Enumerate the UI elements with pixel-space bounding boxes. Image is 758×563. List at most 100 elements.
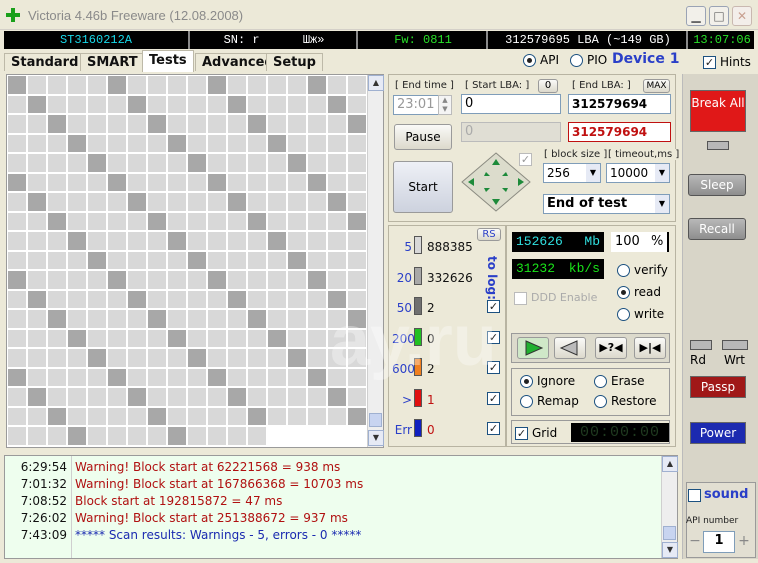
block-cell [248,290,266,308]
log-time: 7:01:32 [20,477,67,491]
recall-button[interactable]: Recall [688,218,746,240]
start-lba-field[interactable]: 0 [461,94,561,114]
block-cell [48,407,66,425]
api-number-decrement[interactable]: − [688,533,702,551]
block-cell [308,388,326,406]
sleep-button[interactable]: Sleep [688,174,746,196]
block-cell [28,251,46,269]
log-checkbox[interactable]: ✓ [487,391,500,405]
end-time-spinner[interactable]: ▲ ▼ [438,95,452,115]
sound-checkbox[interactable] [688,489,701,502]
ddd-enable-checkbox[interactable] [514,292,527,305]
scroll-up-icon[interactable]: ▲ [662,456,678,472]
rewind-button[interactable] [554,337,586,359]
block-cell [188,76,206,94]
log-checkbox[interactable]: ✓ [487,300,500,313]
read-radio[interactable] [617,286,630,299]
minimize-button[interactable]: ▁ [686,6,706,26]
write-radio[interactable] [617,308,630,321]
latency-threshold-label: 600 [392,362,415,376]
chevron-down-icon[interactable]: ▼ [655,164,669,182]
log-scrollbar[interactable]: ▲ ▼ [661,456,678,558]
block-cell [328,290,346,308]
block-cell [248,212,266,230]
erase-radio[interactable] [594,375,607,388]
block-cell [8,310,26,328]
block-cell [228,310,246,328]
block-cell [268,329,286,347]
api-number-increment[interactable]: + [737,533,751,551]
block-cell [228,232,246,250]
maximize-button[interactable]: □ [709,6,729,26]
latency-count: 2 [427,362,435,376]
pio-radio[interactable] [570,54,583,67]
verify-radio[interactable] [617,264,630,277]
elapsed-timer: 00:00:00 [571,423,669,442]
event-log: 6:29:54 Warning! Block start at 62221568 … [4,455,678,559]
block-cell [128,271,146,289]
end-action-select[interactable]: End of test ▼ [543,194,670,214]
latency-color-swatch [414,419,422,437]
block-cell [88,212,106,230]
block-cell [88,271,106,289]
block-cell [68,173,86,191]
log-checkbox[interactable]: ✓ [487,330,500,344]
scroll-thumb[interactable] [663,526,676,540]
skip-unknown-button[interactable]: ▶?◀ [595,337,627,359]
log-entry: 7:08:52 Block start at 192815872 = 47 ms [5,493,665,510]
tab-setup[interactable]: Setup [266,53,323,71]
block-cell [328,95,346,113]
remap-radio[interactable] [520,395,533,408]
latency-threshold-label: 5 [404,240,412,254]
block-cell [8,95,26,113]
block-cell [168,134,186,152]
api-number-field[interactable]: 1 [703,531,735,553]
pause-button[interactable]: Pause [394,124,452,150]
nav-checkbox[interactable]: ✓ [519,153,532,166]
restore-radio[interactable] [594,395,607,408]
log-time: 7:43:09 [20,528,67,542]
block-map-scrollbar[interactable]: ▲ ▼ [367,75,384,447]
scroll-down-icon[interactable]: ▼ [368,430,384,446]
start-button[interactable]: Start [393,161,453,213]
log-checkbox[interactable]: ✓ [487,361,500,374]
block-cell [88,329,106,347]
power-button[interactable]: Power [690,422,746,444]
close-button[interactable]: ✕ [732,6,752,26]
tab-smart[interactable]: SMART [80,53,145,71]
break-all-button[interactable]: Break All [690,90,746,132]
scroll-down-icon[interactable]: ▼ [662,542,678,558]
log-entry: 7:01:32 Warning! Block start at 167866368… [5,476,665,493]
chevron-down-icon[interactable]: ▼ [586,164,600,182]
scroll-thumb[interactable] [369,413,382,427]
chevron-down-icon[interactable]: ▼ [655,195,669,213]
timeout-select[interactable]: 10000 ▼ [606,163,670,183]
tab-tests[interactable]: Tests [142,50,194,72]
end-lba-field[interactable]: 312579694 [568,94,671,114]
block-cell [28,115,46,133]
api-radio[interactable] [523,54,536,67]
block-cell [208,427,226,445]
log-checkbox[interactable]: ✓ [487,422,500,435]
grid-checkbox[interactable]: ✓ [515,427,528,440]
block-cell [188,368,206,386]
block-cell [28,154,46,172]
device-selector[interactable]: Device 1 [612,51,679,67]
start-lba-zero-button[interactable]: 0 [538,79,558,93]
block-cell [108,193,126,211]
passp-button[interactable]: Passp [690,376,746,398]
end-time-field[interactable]: 23:01 [393,95,439,115]
play-button[interactable] [517,337,549,359]
block-size-select[interactable]: 256 ▼ [543,163,601,183]
drive-info-bar: ST3160212A SN: r Шж» Fw: 0811 312579695 … [4,31,754,49]
block-cell [168,368,186,386]
hints-checkbox[interactable]: ✓ [703,56,716,69]
end-lba-max-button[interactable]: MAX [643,79,670,93]
block-cell [168,212,186,230]
window-title: Victoria 4.46b Freeware (12.08.2008) [28,8,244,23]
ignore-radio[interactable] [520,375,533,388]
tab-standard[interactable]: Standard [4,53,86,71]
block-cell [28,193,46,211]
skip-end-button[interactable]: ▶|◀ [634,337,666,359]
scroll-up-icon[interactable]: ▲ [368,75,384,91]
